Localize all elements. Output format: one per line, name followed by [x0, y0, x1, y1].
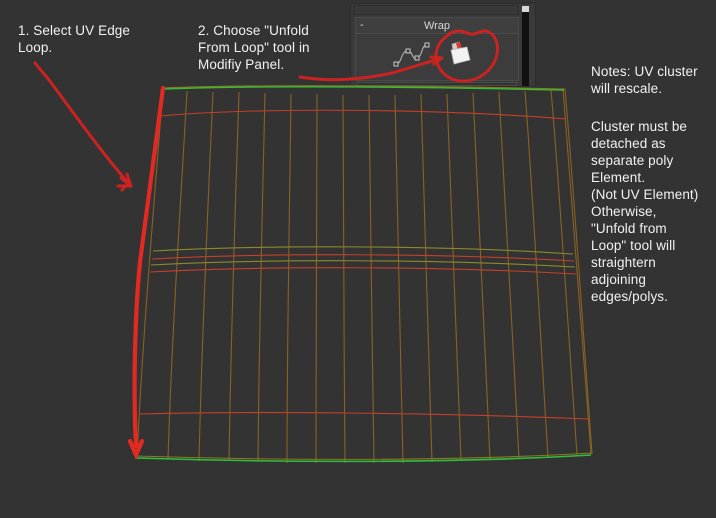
wrap-rollout-title: Wrap [423, 19, 451, 32]
wrap-rollout-body [356, 34, 518, 81]
modify-panel[interactable]: - Wrap [350, 3, 536, 87]
unfold-from-loop-icon[interactable] [442, 38, 476, 72]
step-1-label: 1. Select UV Edge Loop. [18, 23, 131, 55]
wrap-rollout[interactable]: - Wrap [355, 17, 519, 81]
spline-curve-icon[interactable] [392, 40, 432, 70]
mesh-vertical-edges [136, 87, 592, 464]
panel-scrollbar-thumb[interactable] [522, 6, 529, 12]
mesh-right-boundary [564, 88, 593, 455]
mesh-horizontal-edges [138, 109, 590, 420]
panel-bottom-strip [357, 82, 517, 86]
mesh-boundary-top [163, 85, 565, 91]
mesh-boundary-bottom [136, 454, 592, 463]
mesh-boundary-bottom-outline [135, 452, 593, 460]
panel-scrollbar-track[interactable] [522, 6, 529, 86]
selected-edge-loop-highlight [127, 85, 166, 461]
step1-arrow [33, 61, 133, 192]
mesh-midband-edges [150, 246, 576, 268]
notes-intro-label: Notes: UV cluster will rescale. [591, 64, 698, 96]
wrap-rollout-header[interactable]: - Wrap [356, 18, 518, 34]
panel-top-strip [353, 5, 519, 15]
step-2-label: 2. Choose "Unfold From Loop" tool in Mod… [198, 23, 310, 72]
screenshot-root: - Wrap 1. Select UV Edge Loop. 2. Choose… [0, 0, 716, 518]
notes-body-label: Cluster must be detached as separate pol… [591, 119, 699, 304]
